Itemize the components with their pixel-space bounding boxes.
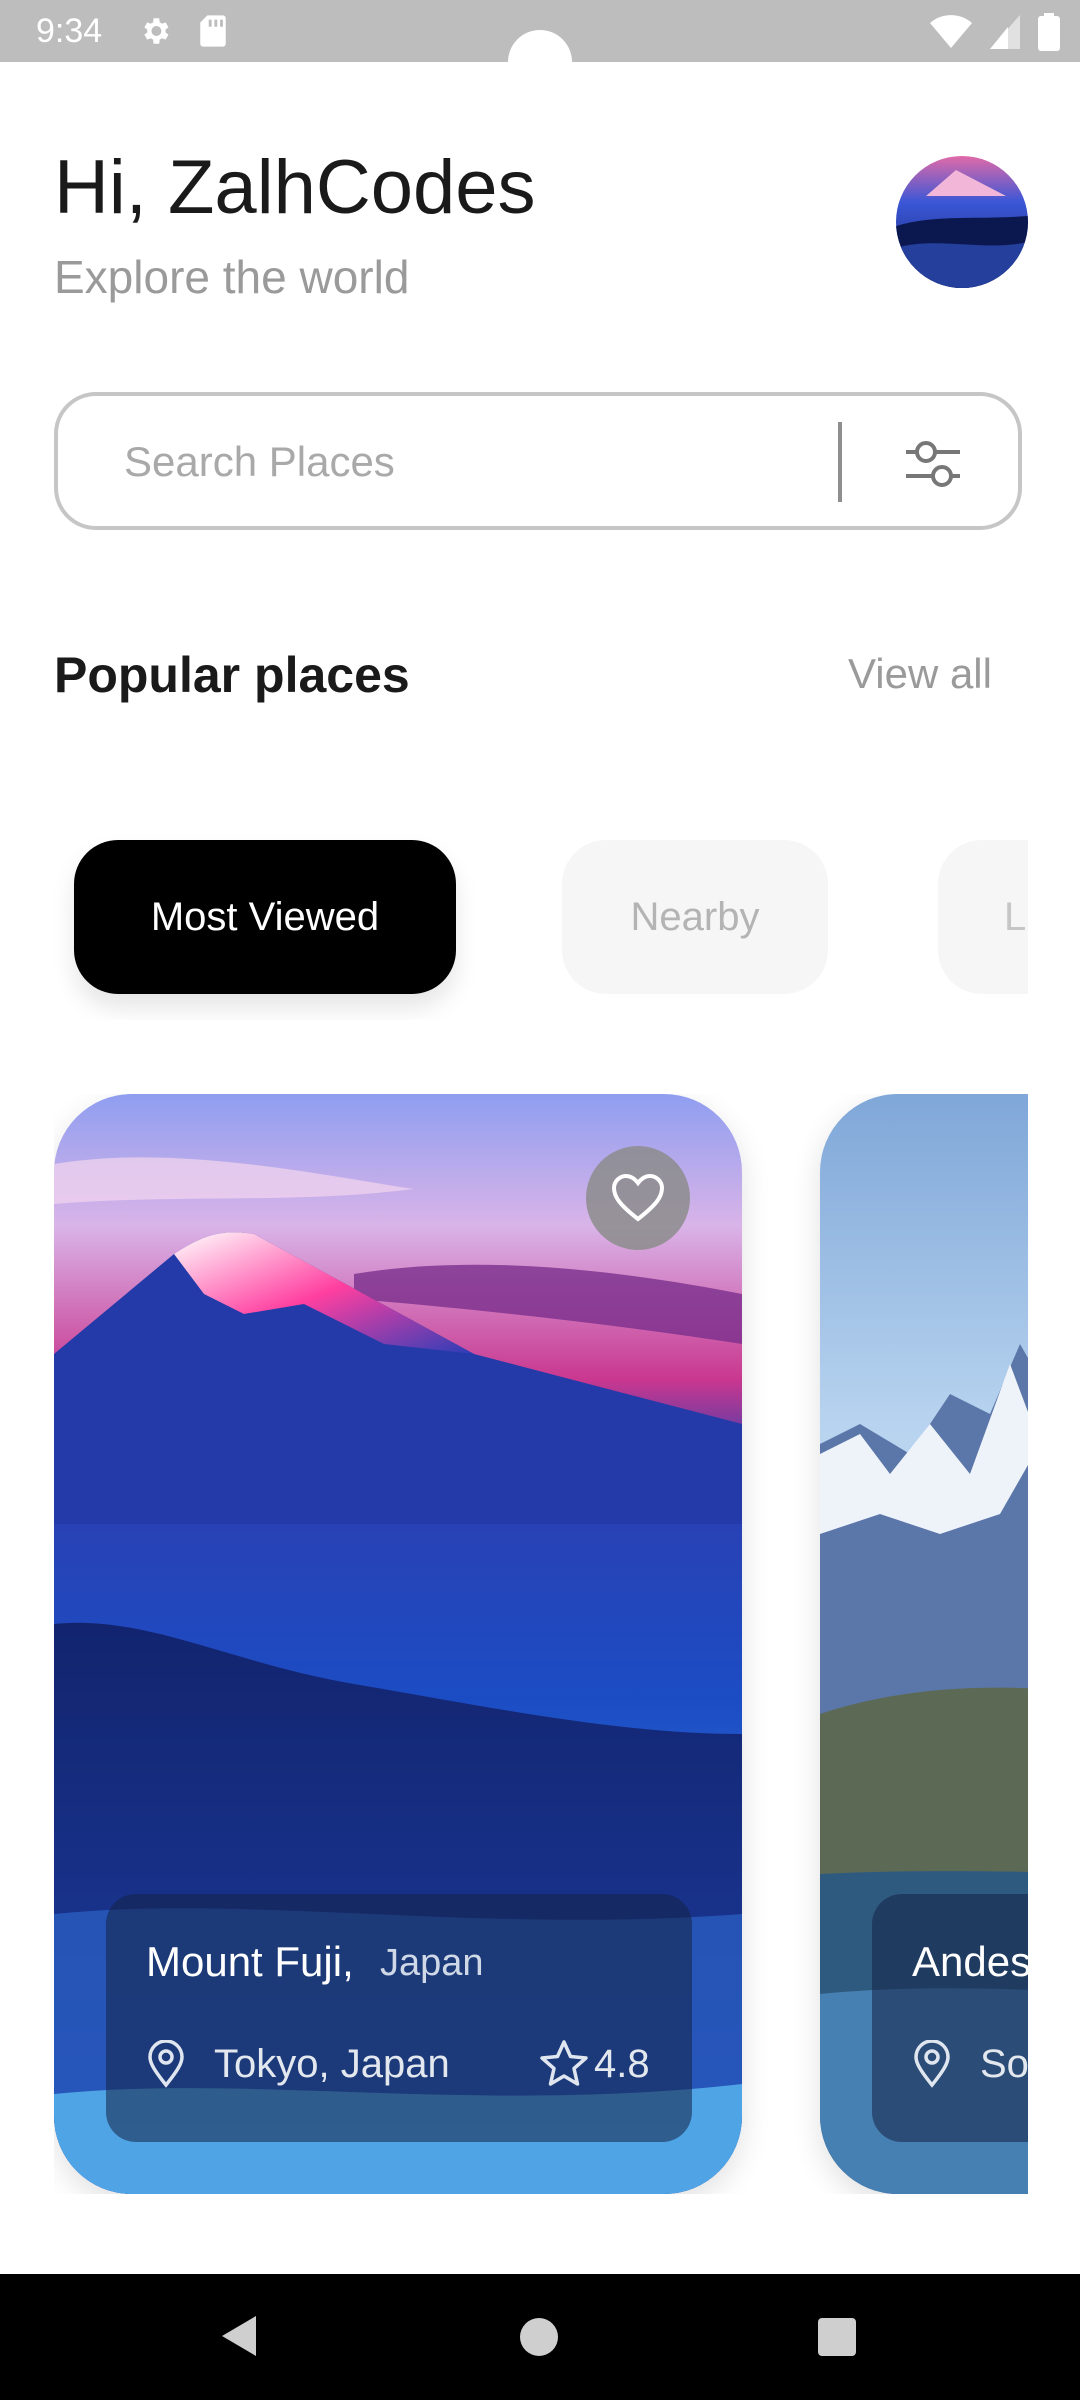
- view-all-link[interactable]: View all: [848, 650, 992, 698]
- place-location: Tokyo, Japan: [214, 2042, 450, 2086]
- location-pin-icon: [148, 2040, 184, 2088]
- greeting-title: Hi, ZalhCodes: [54, 145, 536, 230]
- chip-latest[interactable]: L: [938, 840, 1028, 994]
- search-input[interactable]: [122, 426, 826, 498]
- signal-icon: [990, 15, 1020, 49]
- recents-icon[interactable]: [818, 2318, 856, 2356]
- place-name: Mount Fuji,: [146, 1938, 354, 1985]
- battery-icon: [1038, 13, 1060, 51]
- heart-icon: [611, 1173, 665, 1222]
- search-divider: [838, 422, 842, 502]
- sd-card-icon: [200, 15, 226, 47]
- place-rating: 4.8: [594, 2042, 650, 2086]
- place-info-panel: Andes So: [872, 1894, 1028, 2142]
- system-nav-bar: [0, 2274, 1080, 2400]
- greeting-subtitle: Explore the world: [54, 251, 410, 303]
- filter-icon[interactable]: [888, 418, 978, 508]
- chip-most-viewed[interactable]: Most Viewed: [74, 840, 456, 994]
- wifi-icon: [930, 15, 972, 48]
- avatar[interactable]: [896, 156, 1028, 288]
- place-card-mount-fuji[interactable]: Mount Fuji, Japan Tokyo, Japan 4.8: [54, 1094, 742, 2194]
- place-card-andes[interactable]: Andes So: [820, 1094, 1028, 2194]
- location-pin-icon: [914, 2040, 950, 2088]
- gear-icon: [144, 18, 169, 44]
- place-location: So: [980, 2042, 1028, 2086]
- star-icon: [540, 2040, 588, 2086]
- status-time: 9:34: [36, 12, 103, 50]
- back-icon[interactable]: [218, 2314, 258, 2358]
- place-info-panel: Mount Fuji, Japan Tokyo, Japan 4.8: [106, 1894, 692, 2142]
- avatar-image: [896, 156, 1028, 288]
- favorite-button[interactable]: [586, 1146, 690, 1250]
- camera-cutout: [508, 30, 572, 94]
- home-icon[interactable]: [520, 2318, 558, 2356]
- search-bar: [54, 392, 1022, 530]
- category-chips: Most Viewed Nearby L: [54, 820, 1028, 1020]
- place-name: Andes: [912, 1938, 1028, 1985]
- place-country: Japan: [380, 1942, 484, 1984]
- places-carousel: Mount Fuji, Japan Tokyo, Japan 4.8 Andes…: [54, 1094, 1028, 2194]
- chip-nearby[interactable]: Nearby: [562, 840, 828, 994]
- section-title: Popular places: [54, 647, 410, 703]
